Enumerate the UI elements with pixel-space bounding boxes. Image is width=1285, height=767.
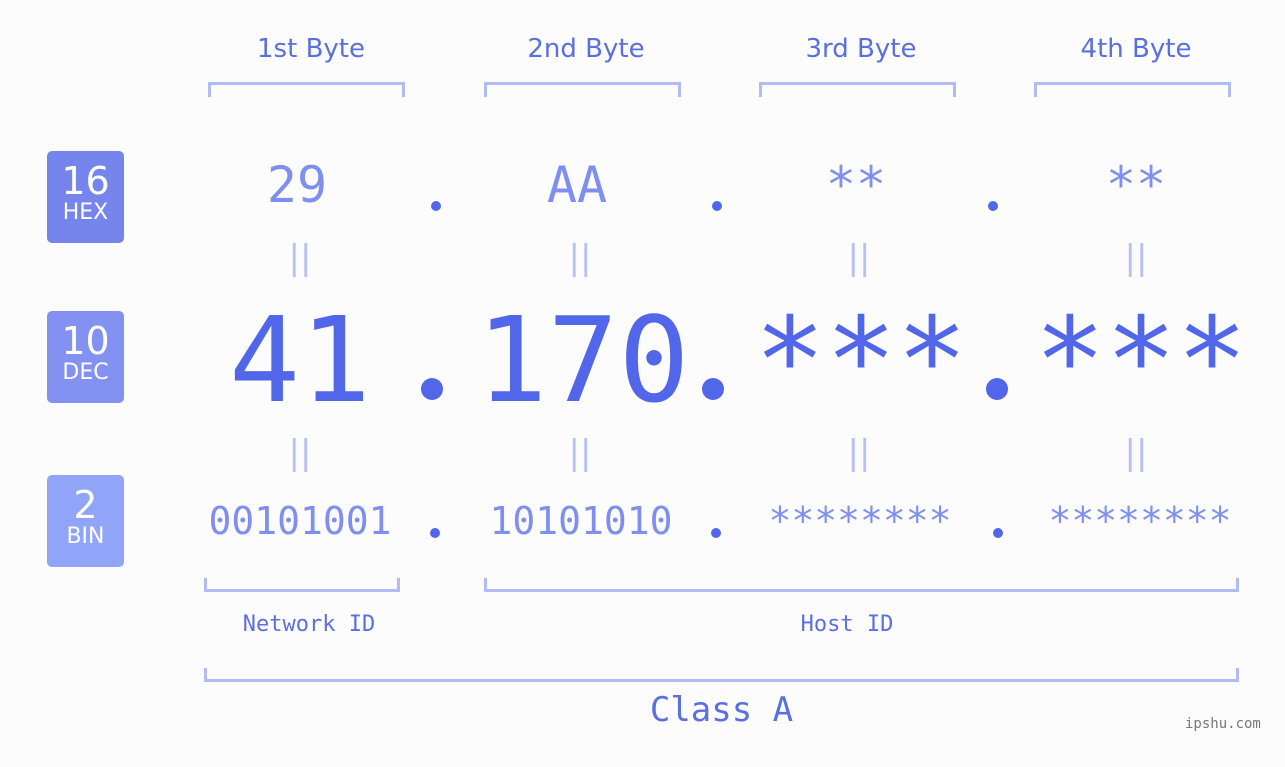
hex-byte-3: ** [825, 156, 887, 214]
equals-icon: || [847, 433, 871, 473]
hex-dot-2 [712, 201, 722, 211]
hex-dot-3 [988, 201, 998, 211]
bin-badge: 2 BIN [47, 475, 124, 567]
byte-bracket-4 [1034, 82, 1231, 97]
class-label: Class A [649, 690, 794, 730]
bin-badge-number: 2 [73, 483, 98, 527]
hex-byte-2: AA [546, 156, 608, 214]
equals-icon: || [288, 238, 312, 278]
hex-byte-1: 29 [266, 156, 328, 214]
bin-badge-label: BIN [66, 524, 105, 549]
dec-byte-4: *** [1034, 291, 1248, 429]
hex-dot-1 [431, 201, 441, 211]
hex-byte-4: ** [1105, 156, 1167, 214]
byte-header-1: 1st Byte [257, 34, 365, 64]
byte-header-4: 4th Byte [1080, 34, 1192, 64]
hex-badge-label: HEX [62, 200, 109, 225]
dec-dot-1 [421, 378, 443, 400]
hex-badge-number: 16 [61, 159, 110, 203]
watermark: ipshu.com [1185, 716, 1261, 732]
class-bracket [204, 668, 1239, 682]
bin-byte-4: ******** [1048, 499, 1232, 543]
dec-dot-3 [986, 378, 1008, 400]
equals-icon: || [1124, 433, 1148, 473]
hex-badge: 16 HEX [47, 151, 124, 243]
equals-icon: || [288, 433, 312, 473]
equals-icon: || [568, 238, 592, 278]
bin-byte-3: ******** [768, 499, 952, 543]
equals-icon: || [568, 433, 592, 473]
byte-header-3: 3rd Byte [805, 34, 917, 64]
equals-icon: || [1124, 238, 1148, 278]
dec-byte-1: 41 [228, 291, 372, 429]
dec-badge-label: DEC [62, 360, 109, 385]
dec-dot-2 [702, 378, 724, 400]
byte-header-2: 2nd Byte [527, 34, 645, 64]
network-id-label: Network ID [242, 612, 376, 637]
bin-dot-2 [711, 528, 721, 538]
byte-bracket-2 [484, 82, 681, 97]
dec-byte-3: *** [754, 291, 968, 429]
network-id-bracket [204, 578, 400, 592]
dec-badge-number: 10 [61, 319, 110, 363]
dec-byte-2: 170 [476, 291, 690, 429]
host-id-label: Host ID [800, 612, 894, 637]
dec-badge: 10 DEC [47, 311, 124, 403]
bin-byte-1: 00101001 [208, 499, 392, 543]
bin-dot-3 [993, 528, 1003, 538]
bin-byte-2: 10101010 [489, 499, 673, 543]
host-id-bracket [484, 578, 1239, 592]
bin-dot-1 [430, 528, 440, 538]
equals-icon: || [847, 238, 871, 278]
byte-bracket-3 [759, 82, 956, 97]
byte-bracket-1 [208, 82, 405, 97]
